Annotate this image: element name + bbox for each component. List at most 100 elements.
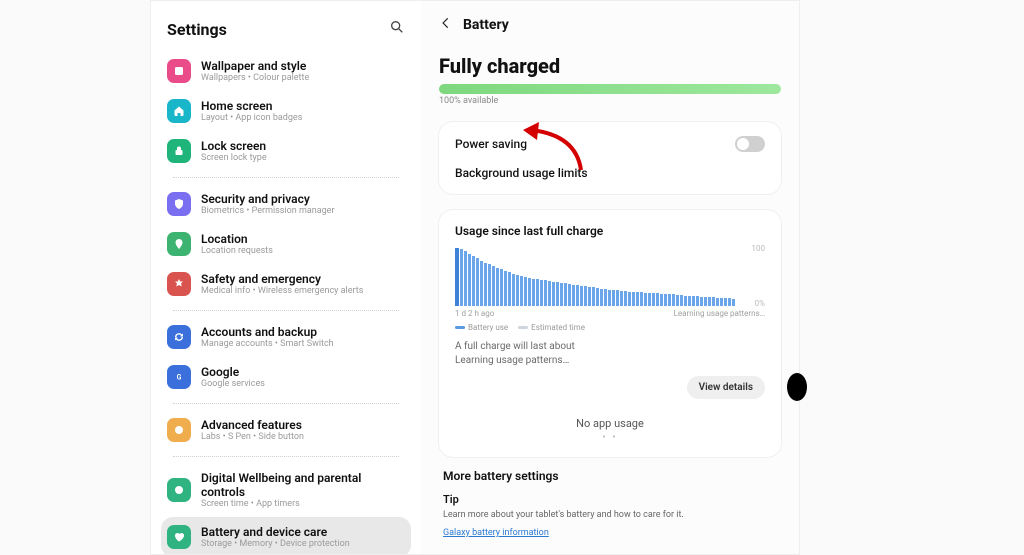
tip-link[interactable]: Galaxy battery information bbox=[443, 528, 549, 538]
chart-bar bbox=[468, 254, 471, 306]
settings-item-sub: Biometrics • Permission manager bbox=[201, 206, 335, 216]
chart-bar bbox=[512, 274, 515, 306]
settings-item-star[interactable]: Advanced features Labs • S Pen • Side bu… bbox=[161, 410, 411, 450]
power-options-card: Power saving Background usage limits bbox=[439, 122, 781, 194]
pagination-dots: • • bbox=[455, 432, 765, 443]
chart-bar bbox=[536, 279, 539, 306]
chart-bar bbox=[460, 249, 463, 306]
chart-bar bbox=[580, 286, 583, 306]
settings-item-title: Battery and device care bbox=[201, 525, 350, 539]
chart-bar bbox=[708, 297, 711, 306]
y-axis-top-label: 100 bbox=[752, 244, 766, 253]
view-details-button[interactable]: View details bbox=[687, 376, 765, 399]
chart-bar bbox=[676, 295, 679, 306]
settings-item-title: Home screen bbox=[201, 99, 302, 113]
home-icon bbox=[167, 99, 191, 123]
chart-bar bbox=[636, 292, 639, 306]
settings-item-title: Safety and emergency bbox=[201, 272, 363, 286]
chart-bar bbox=[680, 295, 683, 306]
settings-item-pin[interactable]: Location Location requests bbox=[161, 224, 411, 264]
page-title: Battery bbox=[463, 17, 509, 33]
settings-item-title: Google bbox=[201, 365, 265, 379]
power-saving-toggle[interactable] bbox=[735, 136, 765, 152]
chart-bar bbox=[540, 280, 543, 306]
settings-item-sub: Google services bbox=[201, 379, 265, 389]
usage-section-title: Usage since last full charge bbox=[455, 224, 765, 238]
chart-bar bbox=[584, 286, 587, 306]
chart-bar bbox=[504, 271, 507, 306]
chart-bar bbox=[552, 282, 555, 306]
settings-divider bbox=[173, 403, 399, 404]
settings-item-sub: Layout • App icon badges bbox=[201, 113, 302, 123]
settings-item-wallpaper[interactable]: Wallpaper and style Wallpapers • Colour … bbox=[161, 51, 411, 91]
chart-bar bbox=[728, 298, 731, 306]
chart-bar bbox=[632, 292, 635, 307]
chart-bar bbox=[648, 293, 651, 306]
chart-bar bbox=[712, 297, 715, 306]
legend-estimated: Estimated time bbox=[518, 323, 585, 332]
settings-item-g[interactable]: G Google Google services bbox=[161, 357, 411, 397]
y-axis-bottom-label: 0% bbox=[755, 299, 765, 308]
battery-usage-chart: 100 0% bbox=[455, 248, 765, 306]
settings-divider bbox=[173, 177, 399, 178]
chart-bar bbox=[608, 290, 611, 306]
settings-divider bbox=[173, 310, 399, 311]
settings-sidebar: Settings Wallpaper and style Wallpapers … bbox=[151, 1, 421, 554]
settings-item-title: Location bbox=[201, 232, 273, 246]
settings-item-shield[interactable]: Security and privacy Biometrics • Permis… bbox=[161, 184, 411, 224]
settings-item-title: Lock screen bbox=[201, 139, 267, 153]
shield-icon bbox=[167, 192, 191, 216]
chart-bar bbox=[656, 293, 659, 306]
chart-bar bbox=[556, 282, 559, 306]
battery-detail-pane: Battery Fully charged 100% available Pow… bbox=[421, 1, 799, 554]
settings-item-title: Security and privacy bbox=[201, 192, 335, 206]
settings-item-title: Advanced features bbox=[201, 418, 304, 432]
settings-item-sub: Screen time • App timers bbox=[201, 499, 405, 509]
search-icon[interactable] bbox=[389, 19, 405, 39]
power-saving-row[interactable]: Power saving bbox=[455, 136, 765, 152]
chart-bar bbox=[716, 298, 719, 306]
edge-handle bbox=[787, 373, 807, 401]
chart-bar bbox=[472, 256, 475, 306]
chart-bar bbox=[516, 275, 519, 306]
chart-bar bbox=[692, 296, 695, 306]
settings-item-home[interactable]: Home screen Layout • App icon badges bbox=[161, 91, 411, 131]
chart-bar bbox=[560, 283, 563, 306]
chart-bar bbox=[508, 272, 511, 306]
settings-item-title: Accounts and backup bbox=[201, 325, 334, 339]
more-battery-settings[interactable]: More battery settings bbox=[439, 457, 781, 489]
chart-bar bbox=[532, 279, 535, 306]
chart-bar bbox=[652, 293, 655, 306]
settings-item-sos[interactable]: Safety and emergency Medical info • Wire… bbox=[161, 264, 411, 304]
settings-item-sync[interactable]: Accounts and backup Manage accounts • Sm… bbox=[161, 317, 411, 357]
chart-bar bbox=[620, 291, 623, 306]
chart-bar bbox=[684, 296, 687, 306]
chart-bar bbox=[544, 280, 547, 306]
chart-bar bbox=[596, 288, 599, 306]
chart-bar bbox=[588, 287, 591, 306]
chart-bar bbox=[492, 266, 495, 306]
wallpaper-icon bbox=[167, 59, 191, 83]
chart-bar bbox=[524, 277, 527, 306]
chart-bar bbox=[500, 269, 503, 306]
chart-bar bbox=[668, 294, 671, 306]
chart-bar bbox=[480, 261, 483, 306]
bg-usage-limits-row[interactable]: Background usage limits bbox=[455, 166, 765, 180]
settings-item-lock[interactable]: Lock screen Screen lock type bbox=[161, 131, 411, 171]
back-icon[interactable] bbox=[439, 15, 453, 34]
settings-title: Settings bbox=[167, 20, 227, 39]
charge-desc-line-2: Learning usage patterns… bbox=[455, 354, 765, 368]
legend-battery-use: Battery use bbox=[455, 323, 508, 332]
chart-bar bbox=[704, 297, 707, 306]
chart-bar bbox=[520, 276, 523, 306]
settings-item-wellbeing[interactable]: Digital Wellbeing and parental controls … bbox=[161, 463, 411, 517]
star-icon bbox=[167, 418, 191, 442]
bg-usage-limits-label: Background usage limits bbox=[455, 166, 588, 180]
chart-bar bbox=[484, 263, 487, 307]
chart-bar bbox=[628, 292, 631, 307]
settings-item-title: Digital Wellbeing and parental controls bbox=[201, 471, 405, 499]
settings-item-sub: Labs • S Pen • Side button bbox=[201, 432, 304, 442]
chart-bar bbox=[488, 264, 491, 306]
chart-bar bbox=[700, 297, 703, 306]
settings-item-heart[interactable]: Battery and device care Storage • Memory… bbox=[161, 517, 411, 554]
